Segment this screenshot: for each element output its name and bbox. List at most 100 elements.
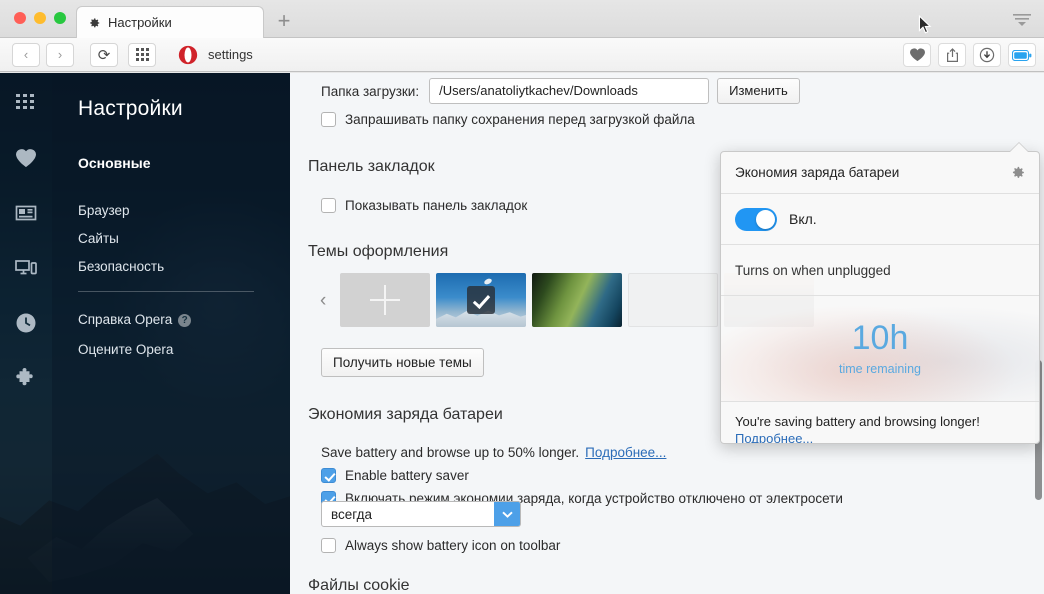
browser-window: Настройки + ‹ › ⟳ settings Настройки Осн…: [0, 0, 1044, 594]
popup-footer-text: You're saving battery and browsing longe…: [735, 414, 980, 429]
popup-time-remaining: 10h time remaining: [721, 296, 1039, 402]
sidebar-item-label: Справка Opera: [78, 312, 173, 327]
opera-logo-icon: [178, 45, 198, 64]
time-remaining-caption: time remaining: [839, 362, 921, 376]
devices-glyph: [15, 260, 37, 275]
battery-mode-value: всегда: [331, 506, 372, 522]
heart-glyph: [909, 48, 925, 62]
news-glyph: [15, 205, 37, 221]
news-icon[interactable]: [14, 201, 38, 225]
battery-description-row: Save battery and browse up to 50% longer…: [321, 445, 666, 460]
popup-toggle-row[interactable]: Вкл.: [721, 194, 1039, 245]
back-button[interactable]: ‹: [12, 42, 40, 67]
always-show-battery-checkbox[interactable]: [321, 538, 336, 553]
toggle-state-label: Вкл.: [789, 211, 817, 227]
popup-title: Экономия заряда батареи: [735, 165, 900, 180]
sidebar-rail: [0, 73, 52, 594]
minimize-window-button[interactable]: [34, 12, 46, 24]
theme-thumb-blank[interactable]: [628, 273, 718, 327]
extensions-puzzle-icon[interactable]: [14, 366, 38, 390]
sidebar-divider: [78, 291, 254, 292]
enable-battery-saver-row[interactable]: Enable battery saver: [321, 468, 469, 483]
always-show-battery-label: Always show battery icon on toolbar: [345, 538, 561, 553]
mouse-cursor: [918, 15, 932, 34]
clock-glyph: [16, 313, 36, 333]
bookmarks-heart-icon[interactable]: [14, 146, 38, 170]
help-question-icon[interactable]: ?: [178, 314, 192, 327]
popup-unplugged-text: Turns on when unplugged: [735, 262, 891, 278]
settings-title: Настройки: [78, 97, 183, 120]
time-remaining-value: 10h: [851, 319, 909, 357]
sidebar-item-rate-opera[interactable]: Оцените Opera: [78, 342, 173, 357]
bookmarks-bar-heading: Панель закладок: [308, 158, 435, 175]
close-window-button[interactable]: [14, 12, 26, 24]
popup-footer-link[interactable]: Подробнее...: [735, 431, 813, 443]
toolbar-right-icons: [903, 43, 1036, 67]
forward-button[interactable]: ›: [46, 42, 74, 67]
sidebar-item-help-opera[interactable]: Справка Opera?: [78, 312, 192, 327]
battery-glyph: [1012, 49, 1032, 61]
popup-footer: You're saving battery and browsing longe…: [721, 402, 1039, 443]
popup-unplugged-row: Turns on when unplugged: [721, 245, 1039, 296]
speed-dial-button[interactable]: [128, 42, 156, 67]
show-bookmarks-label: Показывать панель закладок: [345, 198, 528, 213]
window-traffic-lights: [14, 12, 66, 24]
download-icon[interactable]: [973, 43, 1001, 67]
enable-battery-saver-label: Enable battery saver: [345, 468, 469, 483]
theme-thumb-leaf[interactable]: [532, 273, 622, 327]
history-clock-icon[interactable]: [14, 311, 38, 335]
gear-icon[interactable]: [1009, 164, 1026, 181]
enable-battery-saver-checkbox[interactable]: [321, 468, 336, 483]
theme-selected-check-icon: [467, 286, 495, 314]
tab-title: Настройки: [108, 15, 172, 30]
share-icon[interactable]: [938, 43, 966, 67]
download-folder-label: Папка загрузки:: [321, 83, 420, 99]
new-tab-button[interactable]: +: [272, 10, 296, 34]
battery-description-link[interactable]: Подробнее...: [585, 445, 666, 460]
battery-saver-heading: Экономия заряда батареи: [308, 406, 503, 423]
my-flow-devices-icon[interactable]: [14, 256, 38, 280]
battery-saver-popup: Экономия заряда батареи Вкл. Turns on wh…: [720, 151, 1040, 444]
page-body: Настройки Основные Браузер Сайты Безопас…: [0, 73, 1044, 594]
ask-folder-checkbox[interactable]: [321, 112, 336, 127]
moon-shape: [483, 277, 493, 286]
ask-folder-row[interactable]: Запрашивать папку сохранения перед загру…: [321, 112, 695, 127]
popup-pointer-arrow: [1010, 143, 1028, 152]
download-folder-row: Папка загрузки: /Users/anatoliytkachev/D…: [321, 78, 800, 104]
browser-tab-settings[interactable]: Настройки: [76, 6, 264, 38]
show-bookmarks-row[interactable]: Показывать панель закладок: [321, 198, 527, 213]
speed-dial-icon[interactable]: [14, 91, 38, 115]
always-show-battery-row[interactable]: Always show battery icon on toolbar: [321, 538, 560, 553]
heart-icon[interactable]: [903, 43, 931, 67]
battery-saver-toggle[interactable]: [735, 207, 777, 231]
address-bar: ‹ › ⟳ settings: [0, 38, 1044, 72]
sidebar-item-osnovnye[interactable]: Основные: [78, 155, 151, 171]
sidebar-item-bezopasnost[interactable]: Безопасность: [78, 259, 164, 274]
themes-heading: Темы оформления: [308, 243, 449, 260]
battery-icon[interactable]: [1008, 43, 1036, 67]
grid-icon: [135, 48, 149, 61]
toggle-knob: [756, 209, 775, 229]
show-bookmarks-checkbox[interactable]: [321, 198, 336, 213]
sidebar-item-sajty[interactable]: Сайты: [78, 231, 119, 246]
sidebar-item-brauzer[interactable]: Браузер: [78, 203, 130, 218]
speed-dial-glyph: [16, 94, 34, 109]
chevron-down-icon[interactable]: [494, 502, 520, 526]
theme-thumb-mountain[interactable]: [436, 273, 526, 327]
chevron-glyph: [501, 511, 513, 518]
popup-header: Экономия заряда батареи: [721, 152, 1039, 194]
hamburger-menu-icon[interactable]: [1012, 13, 1032, 27]
url-text[interactable]: settings: [208, 47, 253, 62]
maximize-window-button[interactable]: [54, 12, 66, 24]
theme-thumb-add[interactable]: [340, 273, 430, 327]
plus-icon: [370, 285, 400, 315]
download-folder-input[interactable]: /Users/anatoliytkachev/Downloads: [429, 78, 710, 104]
download-glyph: [979, 47, 995, 63]
tab-bar: Настройки +: [0, 0, 1044, 38]
get-new-themes-button[interactable]: Получить новые темы: [321, 348, 484, 377]
puzzle-glyph: [16, 368, 33, 386]
battery-mode-select[interactable]: всегда: [321, 501, 521, 527]
change-folder-button[interactable]: Изменить: [717, 78, 800, 104]
themes-prev-arrow[interactable]: ‹: [320, 290, 326, 312]
reload-button[interactable]: ⟳: [90, 42, 118, 67]
